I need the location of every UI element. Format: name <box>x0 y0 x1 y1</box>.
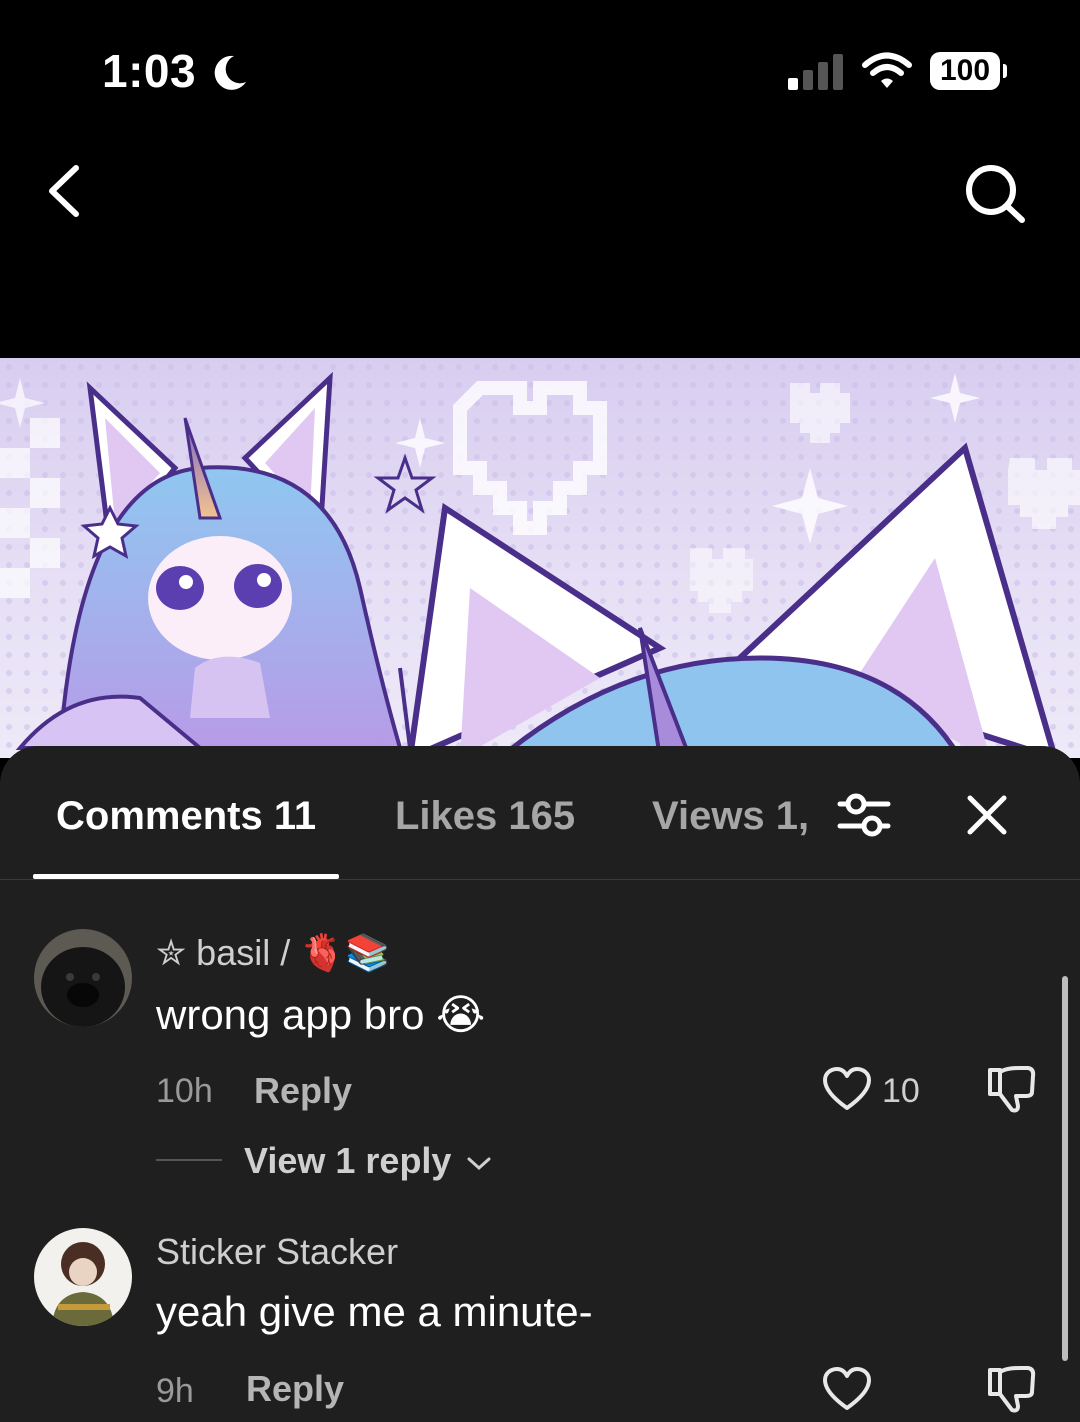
comment-text: yeah give me a minute- <box>156 1288 593 1335</box>
search-icon[interactable] <box>960 160 1030 226</box>
reply-button[interactable]: Reply <box>246 1368 344 1410</box>
moon-icon <box>214 55 246 90</box>
avatar-character-image <box>34 1228 132 1326</box>
post-artwork <box>0 358 1080 758</box>
battery-nub <box>1003 64 1007 78</box>
status-time: 1:03 <box>102 45 197 97</box>
scrollbar[interactable] <box>1062 976 1068 1361</box>
status-bar: 1:03 100 <box>0 0 1080 140</box>
comments-sheet: Comments 11 Likes 165 Views 1, ✮ basil /… <box>0 746 1080 1422</box>
comment-item: Sticker Stacker yeah give me a minute- 9… <box>0 746 1060 1422</box>
comment-username[interactable]: Sticker Stacker <box>156 1231 398 1273</box>
dislike-icon[interactable] <box>986 1364 1038 1414</box>
artwork-illustration <box>0 358 1080 758</box>
back-icon[interactable] <box>38 158 98 224</box>
avatar[interactable] <box>34 1228 132 1326</box>
signal-icon <box>788 54 843 90</box>
heart-icon[interactable] <box>822 1366 872 1412</box>
wifi-icon <box>862 52 912 88</box>
comment-timestamp: 9h <box>156 1372 194 1410</box>
battery-indicator: 100 <box>930 52 1000 90</box>
